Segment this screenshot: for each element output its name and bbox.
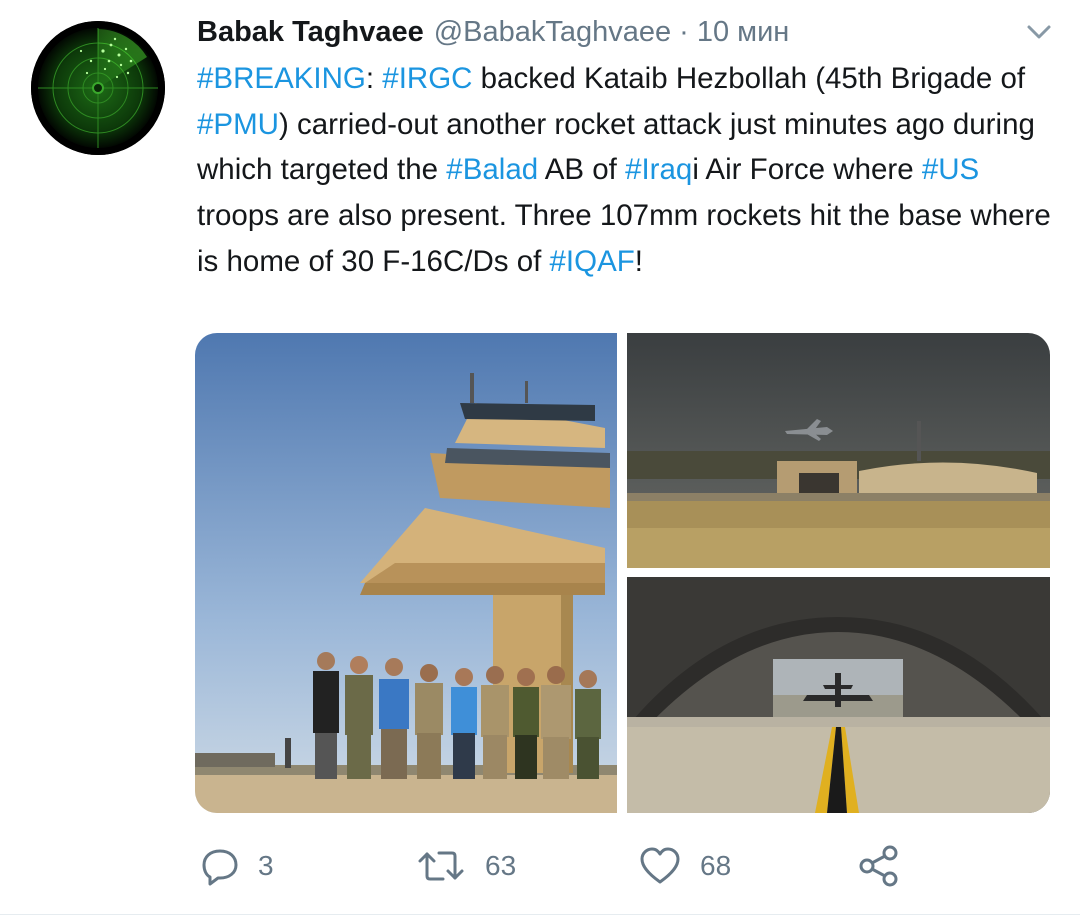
reply-count: 3 [258,850,274,881]
author-name[interactable]: Babak Taghvaee [197,10,424,54]
hashtag-link[interactable]: #IQAF [550,245,635,278]
reply-button[interactable]: 3 [200,842,274,890]
avatar[interactable] [31,21,165,155]
author-handle[interactable]: @BabakTaghvaee [434,10,671,54]
hashtag-link[interactable]: #US [922,153,979,186]
divider [0,914,1080,915]
radar-avatar-image [31,21,165,155]
hashtag-link[interactable]: #Balad [446,153,538,186]
separator-dot: · [679,16,689,48]
tweet-text-segment: i Air Force where [692,153,922,187]
retweet-icon [415,846,467,886]
tweet-photo-control-tower[interactable] [195,333,617,813]
tweet-photo-jet-takeoff[interactable] [627,333,1050,568]
tweet-timestamp[interactable]: 10 мин [697,10,789,54]
heart-icon [638,846,682,886]
hashtag-link[interactable]: #Iraq [625,153,692,186]
like-button[interactable]: 68 [638,842,731,890]
share-button[interactable] [858,842,902,890]
tweet-text-segment: : [365,62,383,95]
retweet-button[interactable]: 63 [415,842,516,890]
chevron-down-icon[interactable] [1022,18,1056,46]
hashtag-link[interactable]: #PMU [197,108,279,141]
tweet-text-segment: ! [634,244,643,278]
tweet-text-segment: backed Kataib Hezbollah (45th Brigade of [472,62,1026,95]
hashtag-link[interactable]: #IRGC [382,62,472,95]
share-icon [858,844,902,888]
tweet-photo-hangar[interactable] [627,577,1050,813]
retweet-count: 63 [485,850,517,881]
tweet-header: Babak Taghvaee @BabakTaghvaee · 10 мин [197,10,789,54]
tweet-text: #BREAKING: #IRGC backed Kataib Hezbollah… [197,56,1057,285]
hashtag-link[interactable]: #BREAKING [197,62,366,95]
tweet-text-segment: AB of [538,153,626,187]
reply-icon [200,846,240,886]
like-count: 68 [700,850,732,881]
